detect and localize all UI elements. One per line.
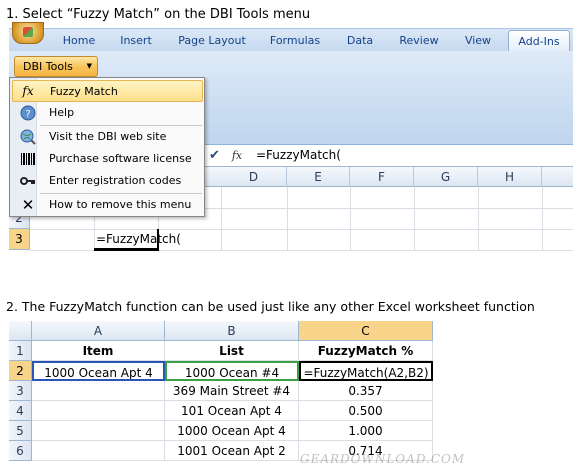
menu-item-registration-codes[interactable]: Enter registration codes (10, 170, 204, 192)
column-header-g[interactable]: G (414, 167, 478, 187)
tab-insert[interactable]: Insert (113, 30, 159, 51)
step2-caption: 2. The FuzzyMatch function can be used j… (6, 299, 535, 314)
key-icon (19, 172, 37, 190)
enter-check-icon[interactable]: ✔ (209, 148, 220, 163)
row-header-2[interactable]: 2 (9, 361, 32, 381)
cell-b1[interactable]: List (165, 341, 299, 361)
menu-item-label: Visit the DBI web site (49, 130, 167, 143)
row-header-4[interactable]: 4 (9, 401, 32, 421)
formula-bar-text[interactable]: =FuzzyMatch( (256, 147, 341, 164)
row-header-3[interactable]: 3 (9, 229, 30, 250)
watermark: GEARDOWNLOAD.COM (300, 452, 466, 466)
cell-b2[interactable]: 1000 Ocean #4 (165, 361, 299, 381)
cell-c3[interactable]: 0.357 (299, 381, 433, 401)
column-header-f[interactable]: F (350, 167, 414, 187)
menu-item-label: Fuzzy Match (50, 85, 118, 98)
row-header-6[interactable]: 6 (9, 441, 32, 461)
barcode-icon (19, 150, 37, 168)
column-header-c[interactable]: C (299, 321, 433, 341)
row-header-1[interactable]: 1 (9, 341, 32, 361)
cell-a2[interactable]: 1000 Ocean Apt 4 (32, 361, 165, 381)
tab-add-ins[interactable]: Add-Ins (508, 30, 570, 51)
tab-home[interactable]: Home (56, 30, 102, 51)
menu-item-purchase-license[interactable]: Purchase software license (10, 148, 204, 170)
column-header-d[interactable]: D (221, 167, 287, 187)
dbi-tools-button[interactable]: DBI Tools ▼ (14, 56, 98, 77)
cell-c1[interactable]: FuzzyMatch % (299, 341, 433, 361)
close-x-icon: ✕ (21, 196, 35, 214)
grid-line (287, 187, 288, 250)
grid-line (350, 187, 351, 250)
web-globe-icon (19, 128, 37, 146)
tab-data[interactable]: Data (340, 30, 380, 51)
menu-item-fuzzy-match[interactable]: Fuzzy Match (12, 80, 203, 102)
cell-a4[interactable] (32, 401, 165, 421)
column-header-b[interactable]: B (165, 321, 299, 341)
row-header-3[interactable]: 3 (9, 381, 32, 401)
menu-item-help[interactable]: Help (10, 102, 204, 124)
menu-item-visit-website[interactable]: Visit the DBI web site (10, 126, 204, 148)
cell-c4[interactable]: 0.500 (299, 401, 433, 421)
menu-item-remove-menu[interactable]: How to remove this menu (10, 194, 204, 216)
cell-b6[interactable]: 1001 Ocean Apt 2 (165, 441, 299, 461)
cell-b5[interactable]: 1000 Ocean Apt 4 (165, 421, 299, 441)
cell-c5[interactable]: 1.000 (299, 421, 433, 441)
cell-c2[interactable]: =FuzzyMatch(A2,B2) (299, 361, 433, 381)
dropdown-arrow-icon: ▼ (86, 62, 92, 70)
office-button-icon[interactable] (12, 22, 44, 44)
cell-a5[interactable] (32, 421, 165, 441)
row-header-5[interactable]: 5 (9, 421, 32, 441)
column-header-e[interactable]: E (287, 167, 350, 187)
cell-b3[interactable]: 369 Main Street #4 (165, 381, 299, 401)
grid-line (221, 187, 222, 250)
cell-a1[interactable]: Item (32, 341, 165, 361)
grid-line (542, 187, 543, 250)
menu-item-label: How to remove this menu (49, 198, 192, 211)
column-header-a[interactable]: A (32, 321, 165, 341)
fx-icon: fx (22, 84, 34, 98)
menu-item-label: Help (49, 106, 75, 119)
menu-item-label: Enter registration codes (49, 174, 182, 187)
select-all-corner[interactable] (9, 321, 32, 341)
menu-item-label: Purchase software license (49, 152, 192, 165)
tab-view[interactable]: View (458, 30, 498, 51)
cell-a6[interactable] (32, 441, 165, 461)
cell-a3[interactable] (32, 381, 165, 401)
tab-page-layout[interactable]: Page Layout (175, 30, 249, 51)
svg-text:?: ? (25, 109, 30, 120)
cell-b4[interactable]: 101 Ocean Apt 4 (165, 401, 299, 421)
active-cell-text: =FuzzyMatch( (96, 232, 181, 246)
tab-formulas[interactable]: Formulas (263, 30, 327, 51)
tab-review[interactable]: Review (393, 30, 445, 51)
grid-line (478, 187, 479, 250)
insert-function-icon[interactable]: fx (228, 147, 246, 164)
column-header-h[interactable]: H (478, 167, 542, 187)
step1-caption: 1. Select “Fuzzy Match” on the DBI Tools… (6, 7, 311, 22)
dbi-tools-label: DBI Tools (23, 60, 73, 73)
help-icon: ? (19, 104, 37, 122)
grid-line (414, 187, 415, 250)
